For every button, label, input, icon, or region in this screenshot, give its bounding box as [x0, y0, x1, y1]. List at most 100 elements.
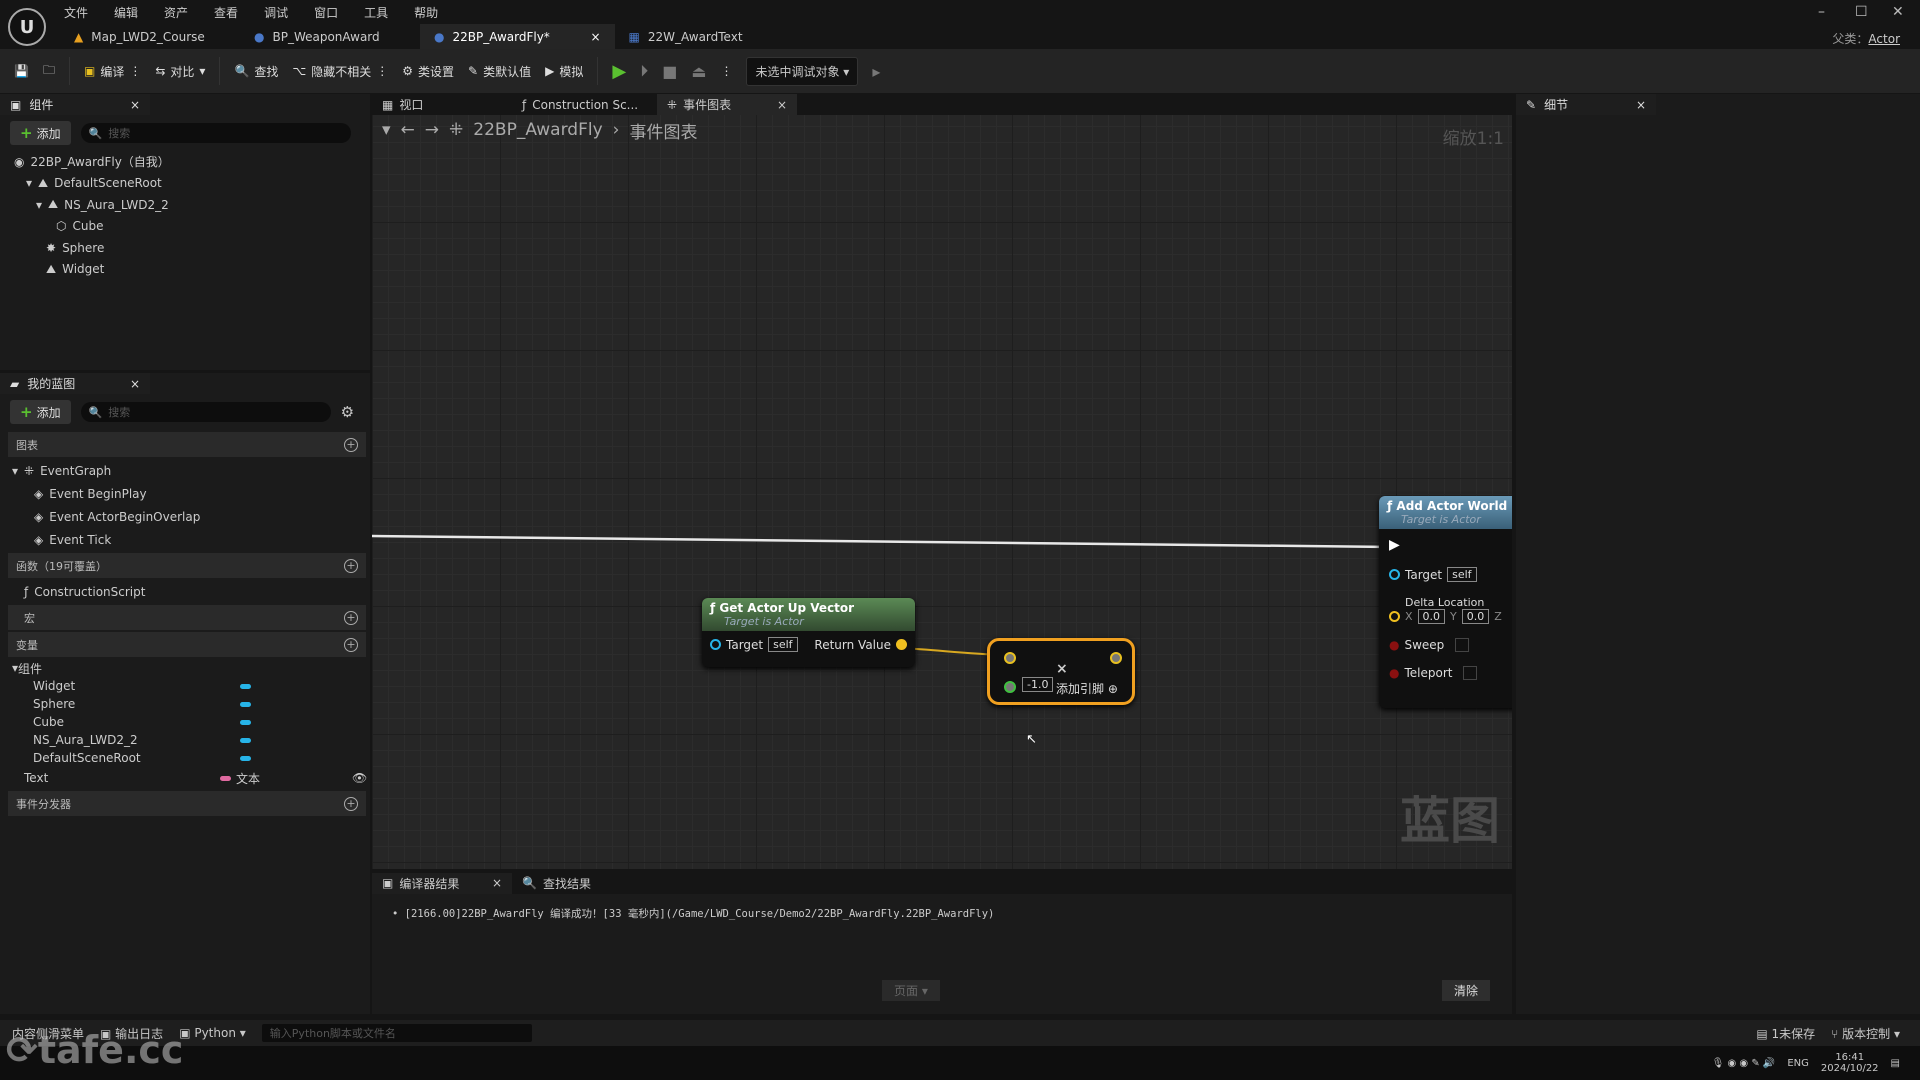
eject-button[interactable]: ⏏	[691, 62, 706, 81]
add-variable-icon[interactable]: +	[344, 637, 358, 652]
menu-window[interactable]: 窗口	[314, 4, 338, 21]
my-blueprint-tab[interactable]: ▰ 我的蓝图 ×	[0, 373, 150, 394]
class-settings-button[interactable]: ⚙ 类设置	[402, 63, 454, 80]
close-panel-icon[interactable]: ×	[130, 377, 140, 391]
node-multiply[interactable]: × -1.0 添加引脚 ⊕	[987, 638, 1135, 705]
section-graphs[interactable]: 图表 +	[8, 432, 366, 457]
components-group[interactable]: ▾ 组件	[8, 659, 366, 677]
menu-view[interactable]: 查看	[214, 4, 238, 21]
language-indicator[interactable]: ENG	[1787, 1058, 1809, 1069]
section-variables[interactable]: 变量 +	[8, 632, 366, 657]
event-graph-canvas[interactable]: ▦ 视口 ƒ Construction Sc... ⁜ 事件图表 × ▾ ← → ⁜ 2…	[372, 94, 1512, 869]
components-search-input[interactable]: 🔍 搜索	[80, 123, 351, 143]
teleport-pin[interactable]: ● Teleport	[1389, 666, 1509, 680]
step-button[interactable]: ⏵	[640, 61, 648, 81]
close-window-button[interactable]: ✕	[1892, 4, 1904, 20]
maximize-button[interactable]: ☐	[1855, 4, 1868, 20]
class-defaults-button[interactable]: ✎ 类默认值	[468, 63, 531, 80]
function-item[interactable]: ƒ ConstructionScript	[8, 580, 366, 603]
tray-icons[interactable]: 🎙 ◉ ◉ ✎ 🔊	[1712, 1058, 1776, 1069]
vector-input-pin[interactable]	[1004, 652, 1016, 664]
target-pin[interactable]: Target self	[1389, 567, 1509, 582]
blueprint-search-input[interactable]: 🔍 搜索	[80, 402, 331, 422]
add-dispatcher-icon[interactable]: +	[344, 796, 358, 811]
tab-map[interactable]: ▲ Map_LWD2_Course	[60, 24, 240, 49]
delta-location-pin[interactable]: Delta Location X 0.0 Y 0.0 Z	[1389, 596, 1509, 624]
y-field[interactable]: 0.0	[1461, 609, 1490, 624]
section-functions[interactable]: 函数（19可覆盖） +	[8, 553, 366, 578]
variable-item[interactable]: Cube	[8, 713, 366, 731]
return-value-pin[interactable]: Return Value	[814, 638, 907, 652]
add-graph-icon[interactable]: +	[344, 437, 358, 452]
debug-target-dropdown[interactable]: 未选中调试对象 ▾	[746, 56, 859, 86]
teleport-checkbox[interactable]	[1463, 666, 1478, 680]
close-tab-icon[interactable]: ×	[492, 876, 502, 890]
variable-item[interactable]: NS_Aura_LWD2_2	[8, 731, 366, 749]
page-dropdown[interactable]: 页面 ▾	[882, 980, 940, 1001]
tree-item-defaultsceneroot[interactable]: ▾ ⛰ DefaultSceneRoot	[14, 173, 370, 195]
tree-item-widget[interactable]: ⛰ Widget	[14, 259, 370, 281]
menu-file[interactable]: 文件	[64, 4, 88, 21]
tab-compiler-results[interactable]: ▣ 编译器结果 ×	[372, 872, 512, 894]
add-function-icon[interactable]: +	[344, 558, 358, 573]
close-panel-icon[interactable]: ×	[130, 98, 140, 112]
self-field[interactable]: self	[768, 637, 798, 652]
visibility-eye-icon[interactable]: 👁	[352, 771, 367, 785]
close-tab-icon[interactable]: ×	[590, 30, 600, 44]
event-graph-item[interactable]: ▾ ⁜ EventGraph	[8, 459, 366, 482]
section-event-dispatchers[interactable]: 事件分发器 +	[8, 791, 366, 816]
unsaved-button[interactable]: ▤ 1未保存	[1756, 1025, 1815, 1042]
event-item[interactable]: ◈ Event ActorBeginOverlap	[8, 505, 366, 528]
close-panel-icon[interactable]: ×	[1636, 98, 1646, 112]
add-component-button[interactable]: + 添加	[10, 121, 71, 145]
browse-button[interactable]: 🗀	[43, 61, 55, 82]
variable-item[interactable]: DefaultSceneRoot	[8, 749, 366, 767]
play-button[interactable]: ▶	[612, 61, 626, 82]
tab-bp-weaponaward[interactable]: ● BP_WeaponAward	[240, 24, 420, 49]
components-tab[interactable]: ▣ 组件 ×	[0, 94, 150, 115]
node-get-actor-up-vector[interactable]: ƒ Get Actor Up Vector Target is Actor Tar…	[702, 598, 915, 667]
menu-help[interactable]: 帮助	[414, 4, 438, 21]
add-pin-button[interactable]: 添加引脚 ⊕	[1056, 680, 1118, 697]
event-item[interactable]: ◈ Event BeginPlay	[8, 482, 366, 505]
variable-item[interactable]: Widget	[8, 677, 366, 695]
details-tab[interactable]: ✎ 细节 ×	[1516, 94, 1656, 115]
menu-edit[interactable]: 编辑	[114, 4, 138, 21]
python-dropdown[interactable]: ▣ Python ▾	[179, 1026, 246, 1040]
x-field[interactable]: 0.0	[1417, 609, 1446, 624]
tab-find-results[interactable]: 🔍 查找结果	[512, 873, 601, 894]
float-input-pin[interactable]	[1004, 681, 1016, 693]
section-macros[interactable]: 宏 +	[8, 605, 366, 630]
menu-debug[interactable]: 调试	[264, 4, 288, 21]
tree-item-ns-aura[interactable]: ▾ ⛰ NS_Aura_LWD2_2	[14, 194, 370, 216]
sweep-checkbox[interactable]	[1455, 638, 1470, 652]
variable-text[interactable]: Text 文本 👁	[8, 767, 367, 789]
stop-button[interactable]: ■	[662, 62, 677, 81]
unreal-logo[interactable]: U	[8, 8, 46, 46]
minimize-button[interactable]: –	[1818, 4, 1825, 20]
tab-22bp-awardfly[interactable]: ● 22BP_AwardFly* ×	[420, 24, 615, 49]
node-add-actor-world-offset[interactable]: ƒ Add Actor World OffTarget is Actor ▶ T…	[1379, 496, 1512, 708]
notification-icon[interactable]: ▤	[1891, 1058, 1900, 1069]
target-pin[interactable]: Target self	[710, 637, 798, 652]
sweep-pin[interactable]: ● Sweep	[1389, 638, 1509, 652]
variable-item[interactable]: Sphere	[8, 695, 366, 713]
debug-object-icon[interactable]: ▸	[872, 62, 880, 81]
source-control-button[interactable]: ⑂ 版本控制 ▾	[1831, 1025, 1900, 1042]
self-field[interactable]: self	[1447, 567, 1477, 582]
more-options-button[interactable]: ⋮	[720, 64, 732, 78]
add-macro-icon[interactable]: +	[344, 610, 358, 625]
vector-output-pin[interactable]	[1110, 652, 1122, 664]
diff-button[interactable]: ⇆ 对比 ▾	[155, 63, 205, 80]
tree-item-sphere[interactable]: ✸ Sphere	[14, 237, 370, 259]
settings-gear-icon[interactable]: ⚙	[341, 403, 354, 421]
menu-asset[interactable]: 资产	[164, 4, 188, 21]
simulate-button[interactable]: ▶ 模拟	[545, 63, 583, 80]
find-button[interactable]: 🔍 查找	[234, 63, 278, 80]
compile-button[interactable]: ▣ 编译 ⋮	[84, 63, 141, 80]
event-item[interactable]: ◈ Event Tick	[8, 528, 366, 551]
save-button[interactable]: 💾	[14, 64, 29, 78]
multiplier-field[interactable]: -1.0	[1022, 677, 1054, 692]
exec-input-pin[interactable]: ▶	[1389, 537, 1509, 553]
tab-22w-awardtext[interactable]: ▦ 22W_AwardText	[615, 24, 795, 49]
